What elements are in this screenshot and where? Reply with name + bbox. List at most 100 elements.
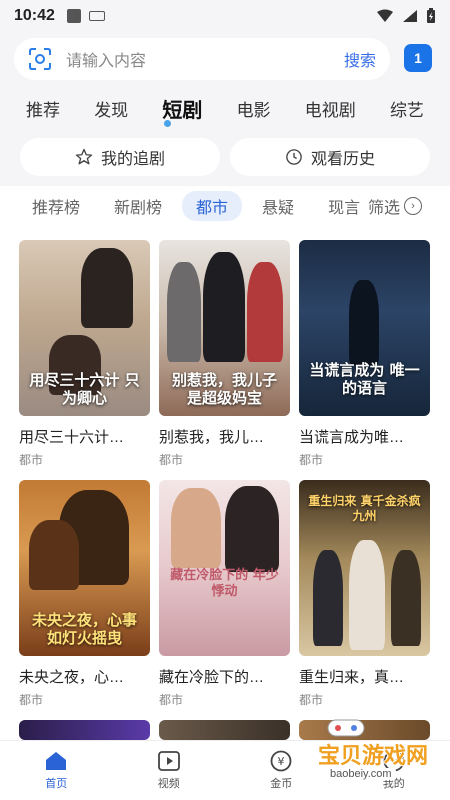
- nav-home-label: 首页: [45, 778, 68, 790]
- system-icons: [376, 8, 436, 24]
- tab-recommend[interactable]: 推荐: [26, 96, 60, 121]
- poster-figure: [247, 262, 283, 362]
- drama-poster[interactable]: 藏在冷脸下的 年少悸动: [159, 480, 290, 656]
- nav-video[interactable]: 视频: [129, 750, 209, 791]
- poster-title: 未央之夜，心事如灯火摇曳: [31, 610, 137, 648]
- drama-poster[interactable]: 别惹我，我儿子是超级妈宝: [159, 240, 290, 416]
- tab-tv-series[interactable]: 电视剧: [305, 96, 356, 121]
- drama-poster[interactable]: 重生归来 真千金杀疯九州: [299, 480, 430, 656]
- my-follow-button[interactable]: 我的追剧: [20, 138, 220, 176]
- channel-tabs: 推荐 发现 短剧 电影 电视剧 综艺: [0, 90, 450, 127]
- status-bar: 10:42: [0, 0, 450, 32]
- home-icon: [44, 750, 68, 772]
- tab-discover[interactable]: 发现: [94, 96, 128, 121]
- nav-coins[interactable]: ¥ 金币: [241, 750, 321, 791]
- nav-home[interactable]: 首页: [16, 750, 96, 791]
- subtab-recommend-list[interactable]: 推荐榜: [18, 191, 94, 221]
- drama-poster[interactable]: [159, 720, 290, 740]
- tab-variety[interactable]: 综艺: [390, 96, 424, 121]
- drama-card[interactable]: 用尽三十六计 只为卿心 用尽三十六计… 都市: [19, 240, 150, 468]
- drama-card[interactable]: 别惹我，我儿子是超级妈宝 别惹我，我儿… 都市: [159, 240, 290, 468]
- poster-figure: [81, 248, 133, 328]
- poster-title: 重生归来 真千金杀疯九州: [308, 494, 421, 523]
- battery-icon: [427, 8, 435, 23]
- drama-poster[interactable]: 未央之夜，心事如灯火摇曳: [19, 480, 150, 656]
- drama-card[interactable]: 重生归来 真千金杀疯九州 重生归来，真… 都市: [299, 480, 430, 708]
- subtab-new-list[interactable]: 新剧榜: [100, 191, 176, 221]
- chevron-right-icon: ›: [404, 197, 422, 215]
- poster-figure: [391, 550, 421, 646]
- drama-card[interactable]: 藏在冷脸下的 年少悸动 藏在冷脸下的… 都市: [159, 480, 290, 708]
- header: 请输入内容 搜索 1 推荐 发现 短剧 电影 电视剧 综艺: [0, 32, 450, 128]
- subtab-suspense[interactable]: 悬疑: [248, 191, 308, 221]
- poster-figure: [313, 550, 343, 646]
- drama-title[interactable]: 用尽三十六计…: [19, 426, 150, 447]
- filter-label: 筛选: [368, 200, 401, 217]
- drama-card[interactable]: 当谎言成为 唯一的语言 当谎言成为唯… 都市: [299, 240, 430, 468]
- search-button[interactable]: 搜索: [344, 47, 376, 71]
- message-badge[interactable]: 1: [404, 44, 432, 72]
- drama-genre: 都市: [19, 693, 44, 707]
- poster-title: 别惹我，我儿子是超级妈宝: [171, 370, 277, 408]
- category-tabs: 推荐榜 新剧榜 都市 悬疑 现言 筛选 ›: [0, 186, 450, 226]
- poster-caption: 别惹我，我儿子是超级妈宝: [159, 363, 290, 417]
- drama-genre: 都市: [299, 693, 324, 707]
- gamepad-icon: [327, 719, 365, 737]
- drama-poster[interactable]: 当谎言成为 唯一的语言: [299, 240, 430, 416]
- drama-genre: 都市: [19, 453, 44, 467]
- tab-short-drama[interactable]: 短剧: [162, 94, 202, 127]
- watch-history-button[interactable]: 观看历史: [230, 138, 430, 176]
- poster-title: 当谎言成为 唯一的语言: [309, 360, 420, 398]
- play-icon: [157, 750, 181, 772]
- drama-card-partial[interactable]: [19, 720, 150, 740]
- poster-figure: [203, 252, 245, 362]
- search-input[interactable]: 请输入内容: [66, 47, 344, 71]
- drama-title[interactable]: 未央之夜，心…: [19, 666, 150, 687]
- poster-caption: 用尽三十六计 只为卿心: [19, 363, 150, 417]
- poster-title: 藏在冷脸下的 年少悸动: [170, 567, 279, 599]
- poster-caption: 未央之夜，心事如灯火摇曳: [19, 603, 150, 657]
- drama-genre: 都市: [299, 453, 324, 467]
- tab-movie[interactable]: 电影: [237, 96, 271, 121]
- signal-icon: [403, 10, 417, 22]
- watermark: 宝贝游戏网 baobeiy.com: [318, 716, 438, 786]
- quick-actions: 我的追剧 观看历史: [0, 128, 450, 186]
- keyboard-icon: [88, 11, 105, 21]
- watermark-title: 宝贝游戏网: [318, 744, 429, 769]
- drama-poster[interactable]: [19, 720, 150, 740]
- scan-icon[interactable]: [28, 47, 52, 71]
- watch-history-label: 观看历史: [310, 151, 375, 168]
- drama-poster[interactable]: 用尽三十六计 只为卿心: [19, 240, 150, 416]
- poster-figure: [349, 540, 385, 650]
- nav-coins-label: 金币: [270, 778, 293, 790]
- poster-title: 用尽三十六计 只为卿心: [29, 370, 140, 408]
- svg-text:¥: ¥: [278, 755, 285, 768]
- app-notification-icon: [66, 9, 81, 23]
- poster-figure: [29, 520, 79, 590]
- drama-title[interactable]: 藏在冷脸下的…: [159, 666, 290, 687]
- drama-title[interactable]: 当谎言成为唯…: [299, 426, 430, 447]
- subtab-urban[interactable]: 都市: [182, 191, 243, 221]
- star-icon: [75, 148, 93, 165]
- drama-title[interactable]: 别惹我，我儿…: [159, 426, 290, 447]
- poster-caption: 重生归来 真千金杀疯九州: [299, 486, 430, 532]
- wifi-icon: [377, 9, 393, 22]
- drama-card-partial[interactable]: [159, 720, 290, 740]
- search-bar[interactable]: 请输入内容 搜索: [14, 38, 390, 80]
- nav-video-label: 视频: [157, 778, 180, 790]
- poster-figure: [171, 488, 221, 568]
- watermark-url: baobeiy.com: [326, 768, 396, 780]
- poster-figure: [167, 262, 201, 362]
- coin-icon: ¥: [269, 750, 293, 772]
- poster-caption: 藏在冷脸下的 年少悸动: [159, 560, 290, 609]
- my-follow-label: 我的追剧: [100, 151, 165, 168]
- subtab-modern-romance[interactable]: 现言: [314, 191, 374, 221]
- notification-icons: [66, 9, 105, 23]
- filter-button[interactable]: 筛选 ›: [368, 186, 450, 226]
- status-time: 10:42: [14, 7, 55, 24]
- drama-genre: 都市: [159, 453, 184, 467]
- drama-card[interactable]: 未央之夜，心事如灯火摇曳 未央之夜，心… 都市: [19, 480, 150, 708]
- poster-caption: 当谎言成为 唯一的语言: [299, 353, 430, 407]
- clock-icon: [286, 149, 302, 165]
- drama-title[interactable]: 重生归来，真…: [299, 666, 430, 687]
